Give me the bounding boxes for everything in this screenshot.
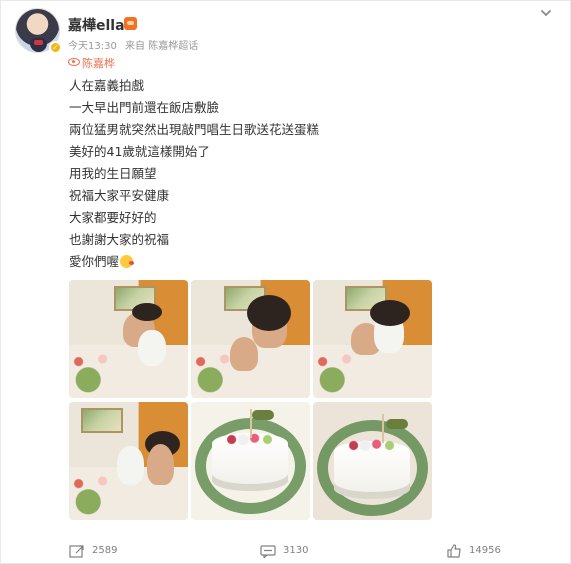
topic-link[interactable]: 陈嘉桦 bbox=[68, 55, 115, 71]
photo-thumbnail[interactable] bbox=[313, 402, 432, 520]
post-line-text: 愛你們喔 bbox=[69, 254, 120, 269]
eye-icon bbox=[68, 58, 80, 66]
photo-thumbnail[interactable] bbox=[191, 280, 310, 398]
chevron-down-icon[interactable] bbox=[539, 5, 553, 19]
like-count: 14956 bbox=[469, 545, 501, 556]
photo-person bbox=[147, 444, 174, 485]
post-meta: 今天13:30 来自 陈嘉桦超话 bbox=[68, 37, 203, 52]
photo-hair bbox=[370, 300, 410, 326]
cake-topper-stick bbox=[382, 414, 384, 443]
like-button[interactable]: 14956 bbox=[446, 542, 501, 560]
verified-badge-icon: ✓ bbox=[49, 41, 62, 54]
flower-bouquet bbox=[69, 346, 117, 398]
photo-hair bbox=[132, 303, 162, 321]
post-line: 一大早出門前還在飯店敷臉 bbox=[69, 100, 220, 115]
flower-bouquet bbox=[69, 468, 117, 520]
photo-grid bbox=[69, 280, 432, 520]
photo-thumbnail[interactable] bbox=[313, 280, 432, 398]
comment-button[interactable]: 3130 bbox=[260, 542, 308, 560]
author-name[interactable]: 嘉樺ella bbox=[68, 15, 125, 35]
post-line: 用我的生日願望 bbox=[69, 166, 157, 181]
post-line: 兩位猛男就突然出現敲門唱生日歌送花送蛋糕 bbox=[69, 122, 320, 137]
cake-topper bbox=[252, 410, 274, 420]
post-line: 也謝謝大家的祝福 bbox=[69, 232, 170, 247]
comment-count: 3130 bbox=[283, 545, 309, 556]
share-button[interactable]: 2589 bbox=[69, 542, 117, 560]
photo-hair bbox=[247, 295, 291, 331]
post-line: 美好的41歲就這樣開始了 bbox=[69, 144, 210, 159]
vip-badge-icon bbox=[124, 17, 137, 30]
face-mask bbox=[138, 330, 166, 366]
comment-icon bbox=[260, 545, 276, 558]
post-text: 人在嘉義拍戲 一大早出門前還在飯店敷臉 兩位猛男就突然出現敲門唱生日歌送花送蛋糕… bbox=[69, 75, 549, 273]
post-line: 祝福大家平安健康 bbox=[69, 188, 170, 203]
cake-topper bbox=[386, 419, 408, 429]
thumbs-up-icon bbox=[447, 544, 461, 558]
photo-thumbnail[interactable] bbox=[69, 402, 188, 520]
post-time[interactable]: 今天13:30 bbox=[68, 41, 117, 52]
post-line: 大家都要好好的 bbox=[69, 210, 157, 225]
post-line: 愛你們喔 bbox=[69, 251, 549, 273]
photo-thumbnail[interactable] bbox=[191, 402, 310, 520]
cake-decoration bbox=[349, 439, 395, 452]
topic-label[interactable]: 陈嘉桦 bbox=[82, 57, 115, 70]
share-count: 2589 bbox=[92, 545, 118, 556]
post-source[interactable]: 来自 陈嘉桦超话 bbox=[125, 41, 198, 52]
weibo-post-card: ✓ 嘉樺ella 今天13:30 来自 陈嘉桦超话 陈嘉桦 人在嘉義拍戲 一大早… bbox=[0, 0, 571, 564]
post-line: 人在嘉義拍戲 bbox=[69, 78, 145, 93]
kiss-face-emoji bbox=[120, 255, 135, 268]
flower-bouquet bbox=[313, 346, 361, 398]
photo-person bbox=[230, 337, 258, 371]
wall-painting bbox=[81, 408, 123, 433]
photo-thumbnail[interactable] bbox=[69, 280, 188, 398]
avatar-bow bbox=[34, 40, 43, 45]
share-icon bbox=[69, 545, 84, 558]
face-mask bbox=[117, 446, 144, 485]
post-actions: 2589 3130 14956 bbox=[69, 542, 501, 562]
